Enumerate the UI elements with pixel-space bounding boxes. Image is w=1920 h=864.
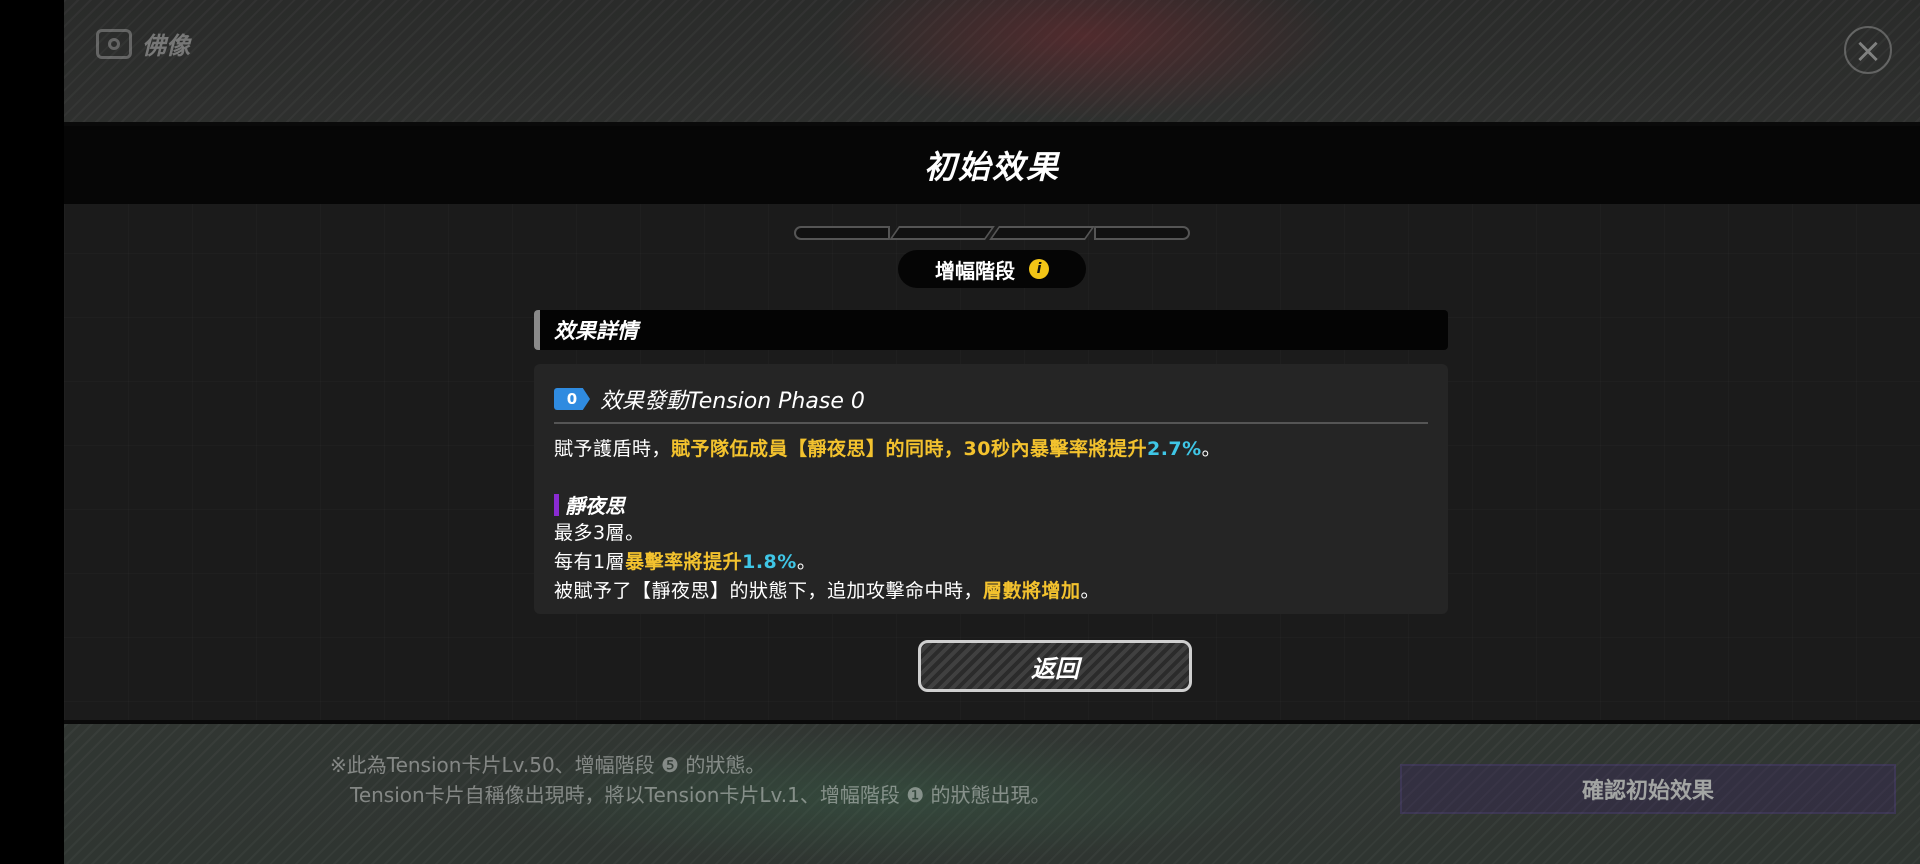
background-note-2: Tension卡片自稱像出現時，將以Tension卡片Lv.1、增幅階段 ❶ 的… [350, 783, 1051, 807]
per-stack-prefix: 每有1層 [554, 551, 626, 573]
close-icon: × [1853, 31, 1883, 71]
confirm-initial-effect-button: 確認初始效果 [1400, 764, 1896, 814]
effect-description: 賦予護盾時，賦予隊伍成員【靜夜思】的同時，30秒內暴擊率將提升2.7%。 [554, 434, 1221, 461]
modal-header: 初始效果 [64, 126, 1920, 204]
effect-highlight: 賦予隊伍成員【靜夜思】的同時，30秒內暴擊率將提升 [671, 438, 1147, 460]
phase-segment [1094, 226, 1190, 240]
stage-pill[interactable]: 增幅階段 i [898, 250, 1086, 288]
effect-detail-card: 0 效果發動Tension Phase 0 賦予護盾時，賦予隊伍成員【靜夜思】的… [534, 364, 1448, 614]
background-note-1: ※此為Tension卡片Lv.50、增幅階段 ❺ 的狀態。 [330, 753, 766, 777]
phase-segment [794, 226, 890, 240]
status-name: 靜夜思 [565, 494, 625, 518]
return-button[interactable]: 返回 [918, 640, 1192, 692]
left-edge-bar [0, 0, 64, 864]
effect-prefix: 賦予護盾時， [554, 438, 672, 460]
section-title: 效果詳情 [554, 319, 638, 343]
per-stack-value: 1.8% [742, 551, 797, 573]
per-stack-highlight: 暴擊率將提升 [625, 551, 743, 573]
status-accent-bar [554, 493, 559, 516]
section-header: 效果詳情 [534, 310, 1448, 350]
phase-segment [989, 226, 1095, 240]
status-max-stacks: 最多3層。 [554, 522, 645, 544]
camera-icon [96, 28, 132, 59]
initial-effect-modal: 初始效果 增幅階段 i 效果詳情 0 效果發動Tension Phase 0 賦… [64, 122, 1920, 724]
background-notes: ※此為Tension卡片Lv.50、增幅階段 ❺ 的狀態。 Tension卡片自… [330, 750, 1051, 810]
status-title: 靜夜思 [554, 490, 625, 519]
phase-badge-icon: 0 [554, 388, 590, 410]
info-icon[interactable]: i [1029, 259, 1049, 279]
background-header-label: 佛像 [142, 32, 190, 60]
background-header: 佛像 [96, 26, 190, 61]
gain-highlight: 層數將增加 [983, 580, 1081, 602]
phase-row: 0 效果發動Tension Phase 0 [554, 376, 1428, 424]
effect-value: 2.7% [1146, 438, 1202, 460]
stage-label: 增幅階段 [935, 258, 1015, 283]
gain-suffix: 。 [1080, 580, 1101, 602]
return-button-label: 返回 [1031, 654, 1079, 683]
gain-prefix: 被賦予了【靜夜思】的狀態下，追加攻擊命中時， [554, 580, 984, 602]
status-per-stack: 每有1層暴擊率將提升1.8%。 [554, 547, 816, 574]
modal-title: 初始效果 [923, 148, 1060, 186]
phase-segment [889, 226, 995, 240]
per-stack-suffix: 。 [796, 551, 817, 573]
effect-suffix: 。 [1201, 438, 1222, 460]
phase-progress-track [794, 226, 1190, 240]
status-gain: 被賦予了【靜夜思】的狀態下，追加攻擊命中時，層數將增加。 [554, 576, 1100, 603]
close-button[interactable]: × [1844, 26, 1892, 74]
phase-label: 效果發動Tension Phase 0 [600, 389, 865, 414]
background-glow-top [824, 0, 1344, 120]
